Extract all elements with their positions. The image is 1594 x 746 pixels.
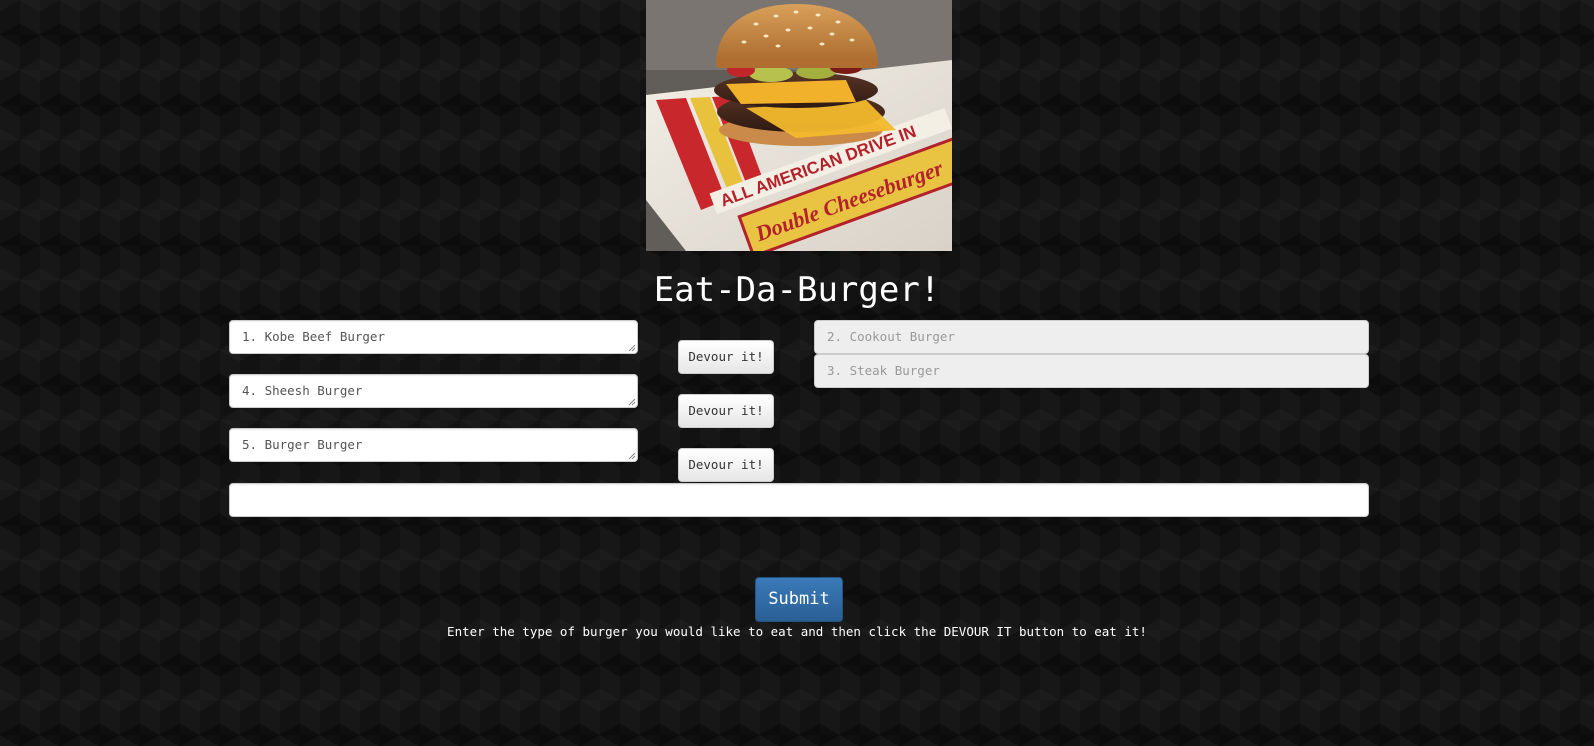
- resize-grip-icon[interactable]: [628, 344, 636, 352]
- instructions-text: Enter the type of burger you would like …: [447, 624, 1147, 639]
- uneaten-burger-field[interactable]: 5. Burger Burger: [229, 428, 638, 462]
- devour-button[interactable]: Devour it!: [678, 448, 774, 482]
- uneaten-burger-field[interactable]: 1. Kobe Beef Burger: [229, 320, 638, 354]
- devour-button[interactable]: Devour it!: [678, 340, 774, 374]
- resize-grip-icon[interactable]: [628, 452, 636, 460]
- resize-grip-icon[interactable]: [628, 398, 636, 406]
- devour-button[interactable]: Devour it!: [678, 394, 774, 428]
- burger-photo: ALL AMERICAN DRIVE IN Double Cheeseburge…: [646, 0, 952, 251]
- devoured-burger-field: 3. Steak Burger: [814, 354, 1369, 388]
- page-title: Eat-Da-Burger!: [653, 270, 941, 310]
- burger-illustration: ALL AMERICAN DRIVE IN Double Cheeseburge…: [646, 0, 952, 251]
- new-burger-input[interactable]: [229, 483, 1369, 517]
- devoured-burger-field: 2. Cookout Burger: [814, 320, 1369, 354]
- uneaten-burger-field[interactable]: 4. Sheesh Burger: [229, 374, 638, 408]
- submit-button[interactable]: Submit: [755, 577, 843, 622]
